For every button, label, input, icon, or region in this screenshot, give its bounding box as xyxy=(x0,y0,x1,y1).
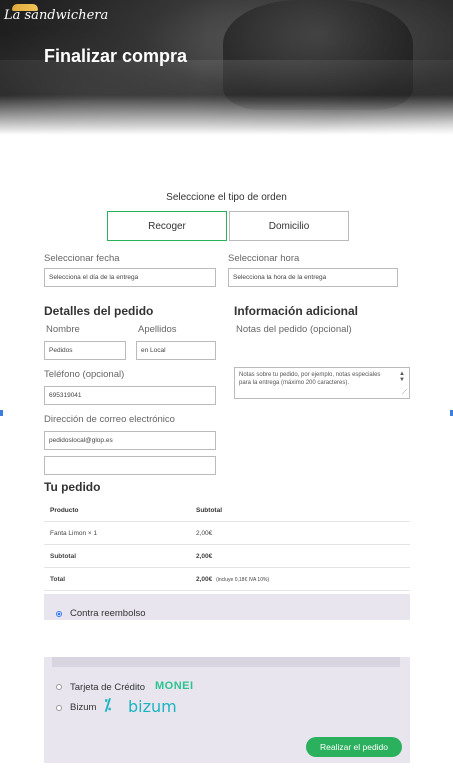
logo[interactable]: La sandwichera xyxy=(4,8,108,23)
payment-bizum-label[interactable]: Bizum xyxy=(70,702,96,713)
notes-textarea[interactable]: Notas sobre tu pedido, por ejemplo, nota… xyxy=(234,367,410,399)
email-field[interactable]: pedidoslocal@glop.es xyxy=(44,431,216,450)
payment-card-label[interactable]: Tarjeta de Crédito xyxy=(70,682,145,693)
payment-cod-label[interactable]: Contra reembolso xyxy=(70,608,146,619)
notes-placeholder: Notas sobre tu pedido, por ejemplo, nota… xyxy=(239,372,381,386)
additional-heading: Información adicional xyxy=(234,304,359,318)
order-type-label: Seleccione el tipo de orden xyxy=(166,192,287,203)
column-header-product: Producto xyxy=(50,507,79,514)
order-heading: Tu pedido xyxy=(44,480,101,494)
total-tax-note: (incluye 0,18€ IVA 10%) xyxy=(216,576,270,583)
first-name-field[interactable]: Pedidos xyxy=(44,341,126,360)
product-cell: Fanta Limon × 1 xyxy=(50,529,98,537)
subtotal-cell: 2,00€ xyxy=(196,529,213,537)
monei-logo: MONEI xyxy=(155,680,194,692)
payment-bizum-radio[interactable] xyxy=(56,705,62,711)
order-type-delivery-button[interactable]: Domicilio xyxy=(229,211,349,241)
bizum-logo: bizum xyxy=(128,697,177,716)
subtotal-label: Subtotal xyxy=(50,552,76,560)
table-row: Fanta Limon × 1 2,00€ xyxy=(44,522,410,545)
date-label: Seleccionar fecha xyxy=(44,253,120,264)
extra-field[interactable] xyxy=(44,456,216,475)
payment-info-bar xyxy=(52,657,400,667)
phone-label: Teléfono (opcional) xyxy=(44,369,125,380)
email-label: Dirección de correo electrónico xyxy=(44,414,175,425)
page-title: Finalizar compra xyxy=(44,46,188,66)
payment-cod-radio[interactable] xyxy=(56,611,62,617)
date-field[interactable]: Selecciona el día de la entrega xyxy=(44,268,216,287)
time-label: Seleccionar hora xyxy=(228,253,300,264)
order-table: Producto Subtotal Fanta Limon × 1 2,00€ … xyxy=(44,500,410,591)
total-label: Total xyxy=(50,575,66,583)
total-value: 2,00€ xyxy=(196,575,213,583)
details-heading: Detalles del pedido xyxy=(44,304,154,318)
column-header-subtotal: Subtotal xyxy=(196,507,222,514)
spinner-icon[interactable]: ▲ ▼ xyxy=(399,371,405,383)
resize-handle-icon[interactable]: ⟋ xyxy=(402,389,407,397)
edge-marker xyxy=(0,410,3,416)
notes-label: Notas del pedido (opcional) xyxy=(236,324,352,335)
last-name-label: Apellidos xyxy=(138,324,177,335)
time-field[interactable]: Selecciona la hora de la entrega xyxy=(228,268,398,287)
hero-header: La sandwichera Finalizar compra xyxy=(0,0,453,135)
bizum-icon: ⁒ xyxy=(104,697,112,714)
place-order-button[interactable]: Realizar el pedido xyxy=(306,737,402,757)
table-header-row: Producto Subtotal xyxy=(44,500,410,522)
last-name-field[interactable]: en Local xyxy=(136,341,216,360)
order-type-pickup-button[interactable]: Recoger xyxy=(107,211,227,241)
subtotal-row: Subtotal 2,00€ xyxy=(44,545,410,568)
total-row: Total 2,00€ (incluye 0,18€ IVA 10%) xyxy=(44,568,410,591)
phone-field[interactable]: 695319041 xyxy=(44,386,216,405)
payment-card-radio[interactable] xyxy=(56,684,62,690)
first-name-label: Nombre xyxy=(46,324,80,335)
subtotal-value: 2,00€ xyxy=(196,552,213,560)
